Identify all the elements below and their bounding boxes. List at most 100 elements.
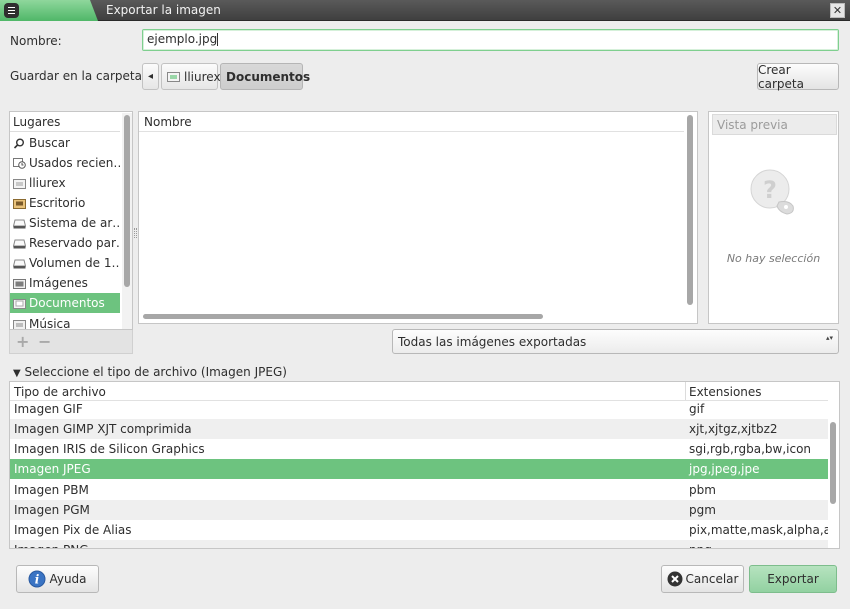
folder-label: Guardar en la carpeta: — [10, 69, 146, 83]
place-item-escritorio[interactable]: Escritorio — [10, 193, 120, 213]
place-label: Sistema de ar… — [29, 216, 120, 230]
desktop-folder-icon — [13, 198, 26, 209]
menu-icon — [8, 10, 15, 11]
places-scrollbar[interactable] — [122, 113, 132, 329]
column-header-extensions[interactable]: Extensiones — [689, 385, 762, 399]
path-button-home[interactable]: lliurex — [161, 63, 221, 90]
ext-cell: gif — [689, 402, 705, 416]
create-folder-button[interactable]: Crear carpeta — [757, 63, 839, 91]
type-cell: Imagen PNG — [14, 543, 89, 548]
file-list-header[interactable]: Nombre — [139, 112, 684, 132]
ext-cell: pbm — [689, 483, 716, 497]
type-cell: Imagen Pix de Alias — [14, 523, 132, 537]
table-row-selected[interactable]: Imagen JPEG jpg,jpeg,jpe — [10, 459, 828, 479]
svg-text:?: ? — [763, 176, 777, 204]
place-label: Buscar — [29, 136, 70, 150]
table-row[interactable]: Imagen PNG png — [10, 540, 828, 548]
preview-header: Vista previa — [712, 114, 837, 135]
documents-folder-icon — [13, 298, 26, 309]
preview-empty-text: No hay selección — [726, 252, 821, 265]
place-item-volumen[interactable]: Volumen de 1… — [10, 253, 120, 273]
search-icon — [13, 138, 24, 149]
add-bookmark-button[interactable]: + — [16, 332, 29, 351]
table-row[interactable]: Imagen GIMP XJT comprimida xjt,xjtgz,xjtb… — [10, 419, 828, 439]
place-item-buscar[interactable]: Buscar — [10, 133, 120, 153]
window-title: Exportar la imagen — [106, 3, 221, 17]
file-list[interactable]: Nombre — [138, 111, 698, 324]
place-label: Volumen de 1… — [29, 256, 120, 270]
export-button[interactable]: Exportar — [749, 565, 837, 593]
table-row[interactable]: Imagen PGM pgm — [10, 500, 828, 520]
filename-input[interactable]: ejemplo.jpg — [142, 29, 839, 51]
expander-triangle-icon: ▼ — [13, 368, 21, 379]
place-item-imagenes[interactable]: Imágenes — [10, 273, 120, 293]
file-filter-combo[interactable]: Todas las imágenes exportadas ▴▾ — [392, 329, 839, 354]
recent-icon — [13, 157, 26, 169]
filetype-scroll-thumb[interactable] — [830, 422, 836, 504]
drive-icon — [13, 259, 26, 268]
table-row[interactable]: Imagen PBM pbm — [10, 480, 828, 500]
file-list-vscroll-thumb[interactable] — [687, 115, 693, 305]
path-button-documentos[interactable]: Documentos — [220, 63, 310, 90]
svg-text:i: i — [35, 573, 40, 587]
ext-cell: sgi,rgb,rgba,bw,icon — [689, 442, 812, 456]
table-row[interactable]: Imagen IRIS de Silicon Graphics sgi,rgb,r… — [10, 439, 828, 459]
place-item-reservado[interactable]: Reservado par… — [10, 233, 120, 253]
places-header: Lugares — [10, 112, 120, 132]
column-header-type[interactable]: Tipo de archivo — [14, 385, 106, 399]
place-label: Música — [29, 317, 71, 330]
cancel-label: Cancelar — [685, 572, 739, 586]
ext-cell: pix,matte,mask,alpha,als — [689, 523, 840, 537]
type-cell: Imagen GIF — [14, 402, 83, 416]
close-button[interactable]: ✕ — [830, 3, 845, 18]
place-label: Imágenes — [29, 276, 88, 290]
filetype-expander-label: Seleccione el tipo de archivo (Imagen JP… — [24, 365, 287, 379]
file-list-hscrollbar[interactable] — [140, 311, 685, 321]
ext-cell: jpg,jpeg,jpe — [689, 462, 760, 476]
place-label: Usados recien… — [29, 156, 120, 170]
cancel-button[interactable]: Cancelar — [661, 565, 744, 593]
filetype-table[interactable]: Tipo de archivo Extensiones Imagen GIF gi… — [9, 381, 840, 549]
text-cursor — [217, 33, 219, 46]
info-icon: i — [28, 570, 46, 588]
place-label: lliurex — [29, 176, 66, 190]
places-scroll-thumb[interactable] — [124, 115, 130, 287]
ext-cell: xjt,xjtgz,xjtbz2 — [689, 422, 778, 436]
places-toolbar: + − — [9, 330, 133, 354]
path-label-documentos: Documentos — [226, 69, 311, 84]
export-label: Exportar — [767, 572, 819, 586]
table-row[interactable]: Imagen Pix de Alias pix,matte,mask,alpha,… — [10, 520, 839, 540]
type-cell: Imagen PGM — [14, 503, 90, 517]
place-item-documentos[interactable]: Documentos — [10, 293, 120, 313]
drive-icon — [13, 219, 26, 228]
music-folder-icon — [13, 319, 26, 329]
filetype-scrollbar[interactable] — [828, 401, 839, 548]
file-list-hscroll-thumb[interactable] — [143, 314, 543, 319]
home-folder-icon — [167, 72, 180, 82]
remove-bookmark-button[interactable]: − — [38, 332, 51, 351]
drive-icon — [13, 239, 26, 248]
column-header-name[interactable]: Nombre — [144, 115, 192, 129]
type-cell: Imagen GIMP XJT comprimida — [14, 422, 192, 436]
pictures-folder-icon — [13, 278, 26, 289]
help-button[interactable]: i Ayuda — [16, 565, 99, 593]
type-cell: Imagen PBM — [14, 483, 89, 497]
place-item-recientes[interactable]: Usados recien… — [10, 153, 120, 173]
file-list-vscrollbar[interactable] — [685, 113, 695, 309]
cancel-icon — [667, 571, 683, 587]
place-item-lliurex[interactable]: lliurex — [10, 173, 120, 193]
place-item-sistema[interactable]: Sistema de ar… — [10, 213, 120, 233]
window-menu-button[interactable] — [4, 3, 19, 18]
filetype-expander[interactable]: ▼ Seleccione el tipo de archivo (Imagen … — [13, 365, 287, 379]
table-row[interactable]: Imagen GIF gif — [10, 399, 828, 419]
pane-resize-handle[interactable] — [134, 228, 137, 238]
place-label: Reservado par… — [29, 236, 120, 250]
path-back-button[interactable]: ◂ — [142, 63, 159, 90]
places-sidebar: Lugares Buscar Usados recien… lliurex Es… — [9, 111, 133, 330]
place-item-musica[interactable]: Música — [10, 314, 120, 330]
preview-panel: Vista previa ? No hay selección — [708, 111, 839, 324]
place-label: Documentos — [29, 296, 105, 310]
column-separator — [685, 382, 686, 400]
title-bar: Exportar la imagen ✕ — [0, 0, 850, 21]
path-label-home: lliurex — [184, 69, 221, 84]
